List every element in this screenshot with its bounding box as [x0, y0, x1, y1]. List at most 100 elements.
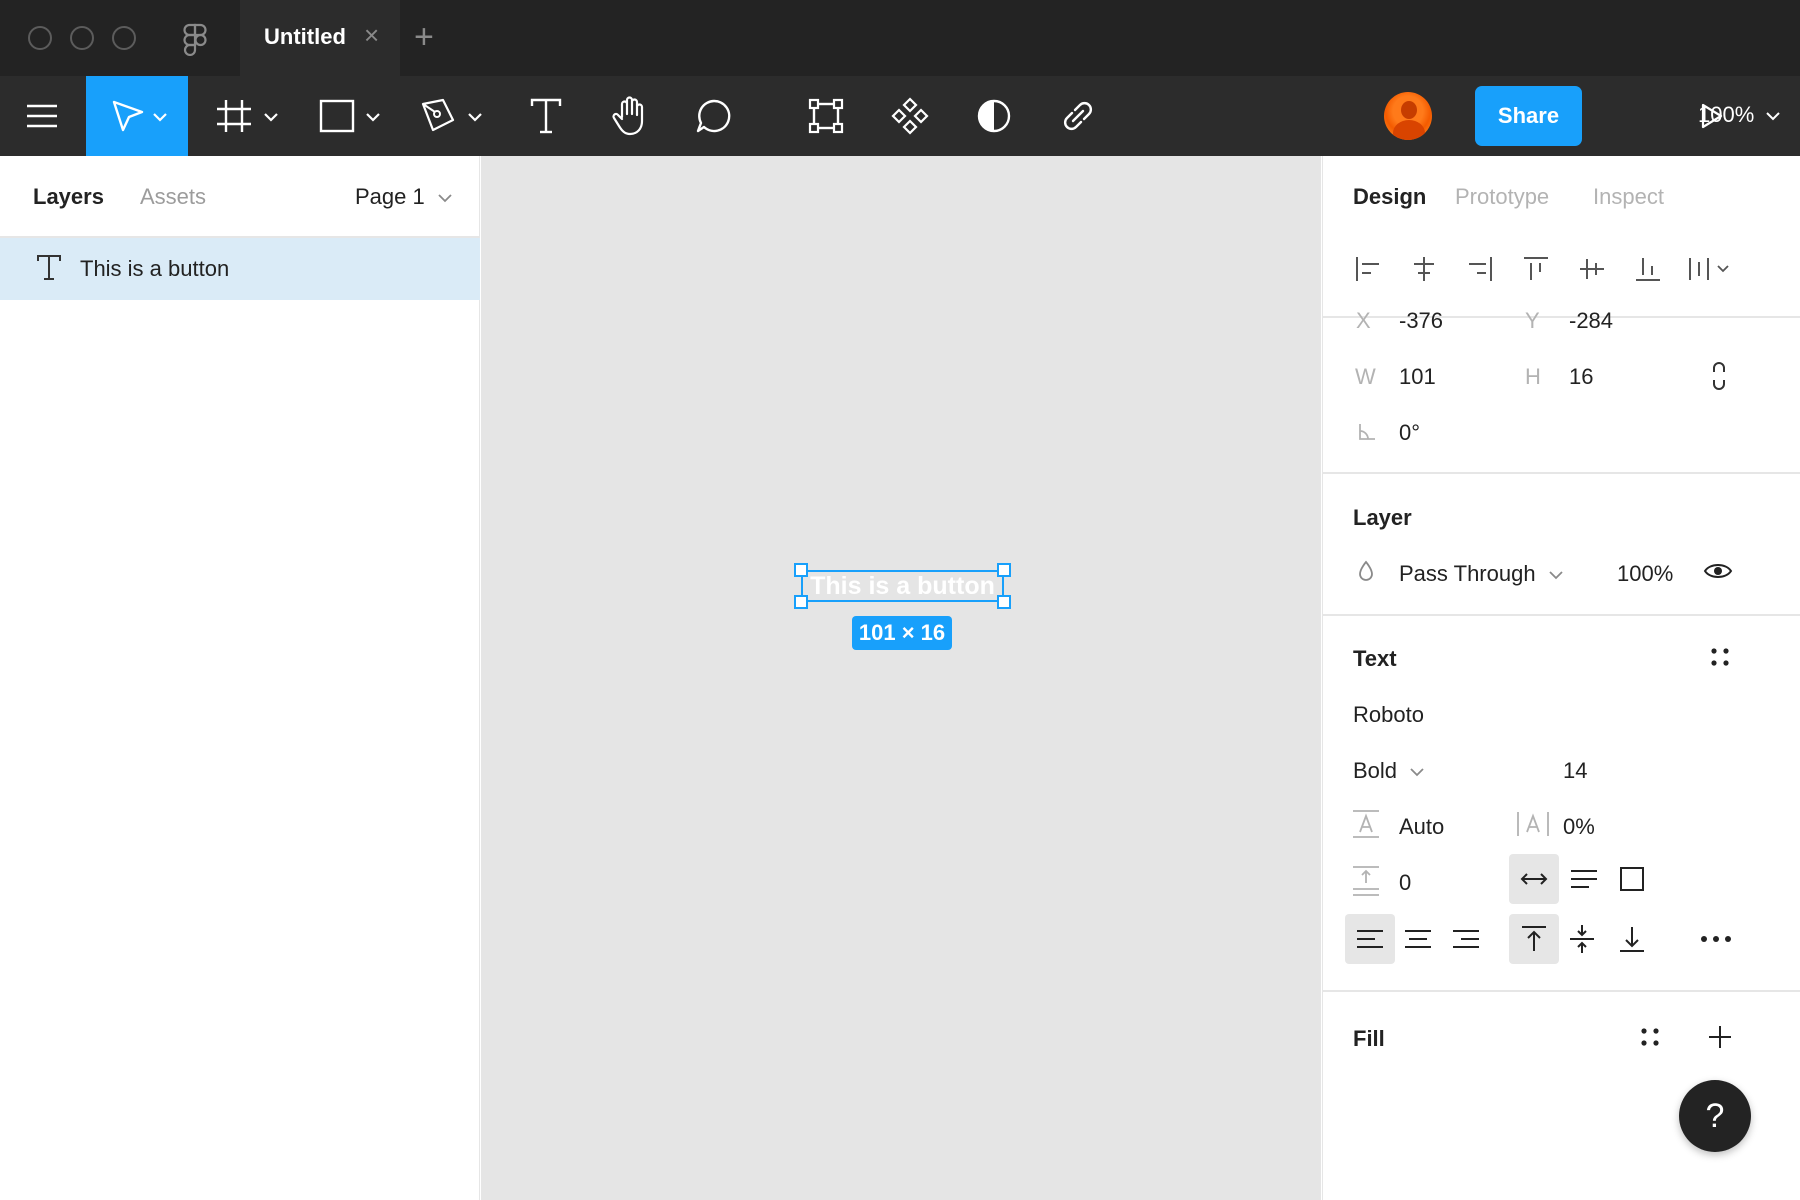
- link-icon: [1064, 102, 1092, 130]
- create-component-button[interactable]: [880, 76, 940, 156]
- layer-section-title: Layer: [1353, 505, 1412, 530]
- layer-opacity-input[interactable]: 100%: [1617, 561, 1673, 587]
- letter-spacing-input[interactable]: 0%: [1563, 814, 1595, 840]
- fill-styles-icon[interactable]: [1639, 1026, 1661, 1048]
- tab-inspect[interactable]: Inspect: [1593, 184, 1664, 210]
- page-selector[interactable]: Page 1: [355, 184, 453, 210]
- distribute-icon[interactable]: [1687, 254, 1733, 284]
- hand-icon: [612, 96, 644, 136]
- text-align-bottom-icon[interactable]: [1617, 924, 1647, 954]
- tab-design[interactable]: Design: [1353, 184, 1426, 210]
- align-left-icon[interactable]: [1353, 254, 1383, 284]
- text-tool-button[interactable]: [516, 76, 576, 156]
- text-layer-icon: [37, 255, 61, 280]
- help-button[interactable]: ?: [1679, 1080, 1751, 1152]
- x-input[interactable]: -376: [1399, 308, 1443, 334]
- text-align-center-icon[interactable]: [1403, 928, 1433, 950]
- layers-panel: Layers Assets Page 1 This is a button: [0, 156, 480, 1200]
- font-family-dropdown[interactable]: Roboto: [1353, 702, 1424, 728]
- layer-name: This is a button: [80, 256, 230, 281]
- menu-icon: [27, 104, 57, 128]
- width-input[interactable]: 101: [1399, 364, 1436, 390]
- fixed-size-icon[interactable]: [1619, 866, 1645, 892]
- add-fill-icon[interactable]: [1707, 1024, 1733, 1050]
- pen-icon: [421, 98, 482, 132]
- move-tool-button[interactable]: [86, 76, 188, 156]
- more-options-icon[interactable]: [1699, 934, 1733, 944]
- w-label: W: [1355, 364, 1376, 389]
- edit-object-button[interactable]: [796, 76, 856, 156]
- maximize-window-button[interactable]: [112, 26, 136, 50]
- pen-tool-button[interactable]: [414, 76, 490, 156]
- link-button[interactable]: [1048, 76, 1108, 156]
- align-right-icon[interactable]: [1465, 254, 1495, 284]
- tab-layers[interactable]: Layers: [33, 184, 104, 210]
- rectangle-icon: [319, 99, 380, 133]
- resize-handle-top-left[interactable]: [794, 563, 808, 577]
- resize-handle-top-right[interactable]: [997, 563, 1011, 577]
- eye-icon[interactable]: [1703, 560, 1733, 582]
- font-weight-dropdown[interactable]: Bold: [1353, 758, 1425, 784]
- y-input[interactable]: -284: [1569, 308, 1613, 334]
- chevron-down-icon: [1410, 768, 1424, 777]
- rotation-input[interactable]: 0°: [1399, 420, 1420, 446]
- tab-assets[interactable]: Assets: [140, 184, 206, 210]
- close-window-button[interactable]: [28, 26, 52, 50]
- auto-width-icon[interactable]: [1519, 868, 1549, 890]
- resize-handle-bottom-left[interactable]: [794, 595, 808, 609]
- rotation-icon: [1359, 424, 1375, 440]
- align-horizontal-center-icon[interactable]: [1409, 254, 1439, 284]
- minimize-window-button[interactable]: [70, 26, 94, 50]
- text-styles-icon[interactable]: [1709, 646, 1731, 668]
- page-name: Page 1: [355, 184, 425, 209]
- figma-logo-icon[interactable]: [180, 22, 210, 56]
- text-align-right-icon[interactable]: [1451, 928, 1481, 950]
- chevron-down-icon: [1549, 571, 1563, 580]
- frame-tool-button[interactable]: [210, 76, 286, 156]
- selected-text-layer[interactable]: This is a button: [801, 570, 1004, 602]
- document-tab[interactable]: Untitled ×: [240, 0, 400, 76]
- comment-tool-button[interactable]: [684, 76, 744, 156]
- zoom-level: 100%: [1698, 102, 1755, 127]
- move-icon: [112, 100, 167, 132]
- auto-height-icon[interactable]: [1569, 868, 1599, 890]
- comment-icon: [696, 99, 731, 133]
- paragraph-spacing-input[interactable]: 0: [1399, 870, 1411, 896]
- dimension-badge: 101 × 16: [852, 616, 952, 650]
- section-divider: [1323, 472, 1800, 474]
- resize-handle-bottom-right[interactable]: [997, 595, 1011, 609]
- height-input[interactable]: 16: [1569, 364, 1593, 390]
- paragraph-spacing-icon: [1353, 866, 1379, 896]
- tab-title: Untitled: [264, 24, 346, 49]
- tab-close-icon[interactable]: ×: [364, 21, 379, 49]
- main-menu-button[interactable]: [14, 76, 70, 156]
- mask-button[interactable]: [964, 76, 1024, 156]
- main-toolbar: Share 100%: [0, 76, 1800, 156]
- align-top-icon[interactable]: [1521, 254, 1551, 284]
- letter-spacing-icon: [1517, 812, 1549, 836]
- text-align-left-icon[interactable]: [1355, 928, 1385, 950]
- section-divider: [1323, 990, 1800, 992]
- font-weight-value: Bold: [1353, 758, 1398, 783]
- layer-row[interactable]: This is a button: [0, 238, 480, 300]
- blend-mode-dropdown[interactable]: Pass Through: [1399, 561, 1564, 587]
- user-avatar[interactable]: [1384, 92, 1432, 140]
- hand-tool-button[interactable]: [600, 76, 660, 156]
- share-button[interactable]: Share: [1475, 86, 1582, 146]
- fill-section-title: Fill: [1353, 1026, 1385, 1051]
- line-height-input[interactable]: Auto: [1399, 814, 1444, 840]
- text-align-top-icon[interactable]: [1519, 924, 1549, 954]
- font-size-input[interactable]: 14: [1563, 758, 1587, 784]
- align-bottom-icon[interactable]: [1633, 254, 1663, 284]
- constrain-proportions-icon[interactable]: [1709, 360, 1729, 392]
- canvas-text: This is a button: [810, 572, 995, 600]
- component-icon: [891, 97, 929, 135]
- text-align-middle-icon[interactable]: [1567, 922, 1597, 956]
- align-vertical-center-icon[interactable]: [1577, 254, 1607, 284]
- blend-mode-icon: [1359, 560, 1373, 581]
- zoom-menu[interactable]: 100%: [1698, 102, 1782, 128]
- tab-prototype[interactable]: Prototype: [1455, 184, 1549, 210]
- design-canvas[interactable]: This is a button 101 × 16: [481, 156, 1321, 1200]
- shape-tool-button[interactable]: [312, 76, 388, 156]
- new-tab-button[interactable]: +: [414, 18, 434, 56]
